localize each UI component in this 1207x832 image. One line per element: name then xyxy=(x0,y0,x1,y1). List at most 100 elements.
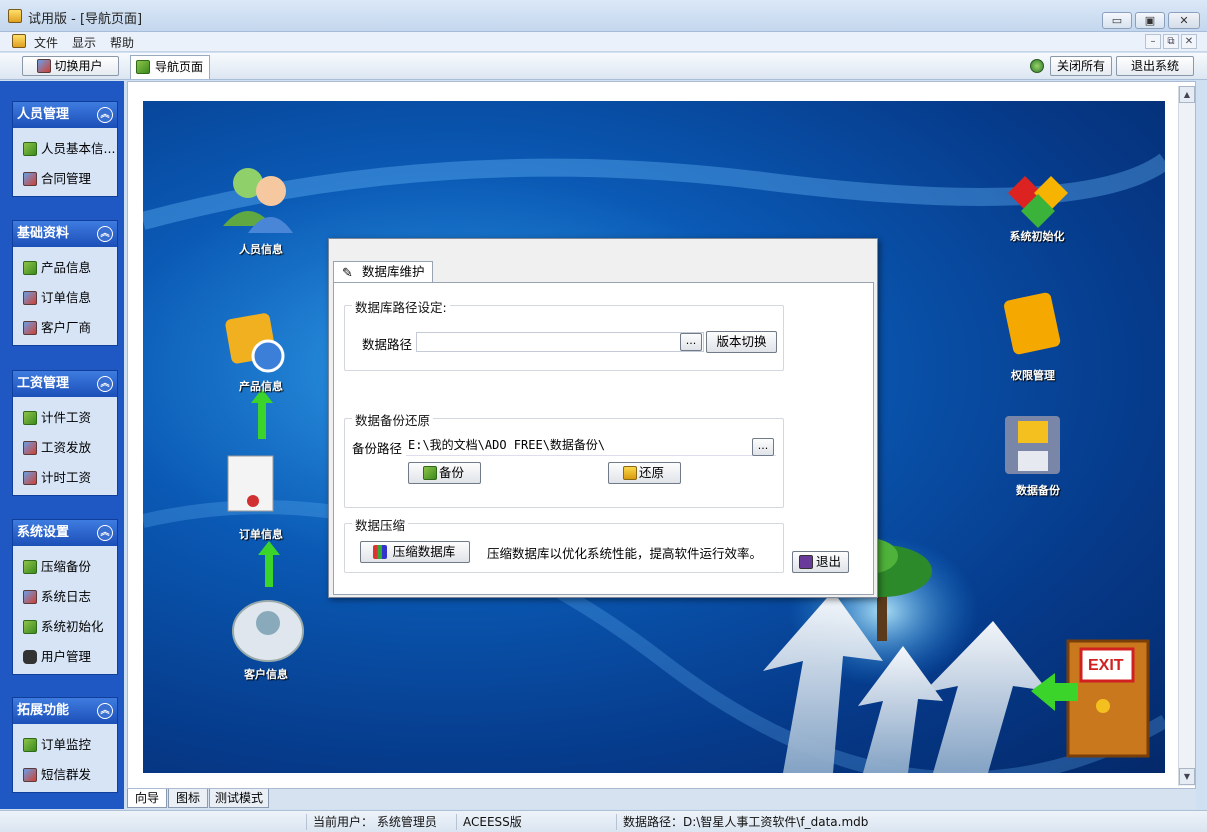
hero-label-product[interactable]: 产品信息 xyxy=(216,378,306,394)
item-label: 订单信息 xyxy=(41,290,92,305)
switch-user-button[interactable]: 切换用户 xyxy=(22,56,119,76)
path-group-title: 数据库路径设定: xyxy=(352,297,450,316)
minimize-button[interactable]: ▭ xyxy=(1102,12,1132,29)
collapse-icon[interactable]: ︽ xyxy=(97,525,113,541)
maximize-button[interactable]: ▣ xyxy=(1135,12,1165,29)
mdi-minimize-button[interactable]: – xyxy=(1145,34,1161,49)
exit-system-button[interactable]: 退出系统 xyxy=(1116,56,1194,76)
item-icon xyxy=(23,411,37,425)
scroll-up-button[interactable]: ▲ xyxy=(1179,86,1195,103)
hero-label-customer[interactable]: 客户信息 xyxy=(221,666,311,682)
hero-label-data-backup[interactable]: 数据备份 xyxy=(993,482,1083,498)
group-title: 系统设置 xyxy=(17,525,70,540)
sidebar-item-system-init[interactable]: 系统初始化 xyxy=(13,612,117,642)
group-header[interactable]: 基础资料 ︽ xyxy=(13,221,117,247)
item-icon xyxy=(23,261,37,275)
backup-button-label: 备份 xyxy=(438,465,464,480)
item-icon xyxy=(23,738,37,752)
group-header[interactable]: 拓展功能 ︽ xyxy=(13,698,117,724)
vertical-scrollbar[interactable]: ▲ ▼ xyxy=(1178,86,1195,786)
data-path-input[interactable] xyxy=(416,332,704,352)
status-user-value: 系统管理员 xyxy=(376,815,437,829)
group-title: 人员管理 xyxy=(17,107,70,122)
sidebar-item-piece-wage[interactable]: 计件工资 xyxy=(13,403,117,433)
sidebar-item-person-info[interactable]: 人员基本信... xyxy=(13,134,117,164)
app-icon xyxy=(8,9,22,23)
exit-button[interactable]: 退出 xyxy=(792,551,849,573)
group-header[interactable]: 工资管理 ︽ xyxy=(13,371,117,397)
hero-label-order[interactable]: 订单信息 xyxy=(216,526,306,542)
tab-icons[interactable]: 图标 xyxy=(168,789,208,808)
scroll-down-button[interactable]: ▼ xyxy=(1179,768,1195,785)
tab-navigation[interactable]: 导航页面 xyxy=(130,55,210,79)
sidebar-item-compress-backup[interactable]: 压缩备份 xyxy=(13,552,117,582)
collapse-icon[interactable]: ︽ xyxy=(97,703,113,719)
status-user-label: 当前用户： xyxy=(313,815,374,829)
tab-wizard[interactable]: 向导 xyxy=(127,789,167,808)
exit-door-label[interactable]: EXIT xyxy=(1088,657,1128,675)
group-title: 拓展功能 xyxy=(17,703,70,718)
tab-database-maintenance[interactable]: ✎ 数据库维护 xyxy=(333,261,433,283)
database-maintenance-dialog: ✎ 数据库维护 数据库路径设定: 数据路径 ... 版本切换 数据备份还原 备份… xyxy=(328,238,878,598)
mdi-restore-button[interactable]: ⧉ xyxy=(1163,34,1179,49)
sidebar-item-user-management[interactable]: 用户管理 xyxy=(13,642,117,672)
collapse-icon[interactable]: ︽ xyxy=(97,226,113,242)
tab-test-mode[interactable]: 测试模式 xyxy=(209,789,269,808)
close-all-button[interactable]: 关闭所有 xyxy=(1050,56,1112,76)
backup-button[interactable]: 备份 xyxy=(408,462,481,484)
version-switch-button[interactable]: 版本切换 xyxy=(706,331,777,353)
status-bar: 当前用户： 系统管理员 ACEESS版 数据路径：D:\智星人事工资软件\f_d… xyxy=(0,810,1207,832)
navigation-tab-icon xyxy=(136,60,150,74)
navigation-tab-label: 导航页面 xyxy=(155,60,204,74)
sidebar-item-hourly-wage[interactable]: 计时工资 xyxy=(13,463,117,493)
hero-label-system-init[interactable]: 系统初始化 xyxy=(992,228,1082,244)
item-label: 系统初始化 xyxy=(41,619,104,634)
close-button[interactable]: ✕ xyxy=(1168,12,1200,29)
toolbar: 切换用户 导航页面 关闭所有 退出系统 xyxy=(0,53,1207,80)
item-icon xyxy=(23,291,37,305)
menu-help[interactable]: 帮助 xyxy=(110,34,134,51)
sidebar-group-payroll: 工资管理 ︽ 计件工资 工资发放 计时工资 xyxy=(12,370,118,496)
item-icon xyxy=(23,768,37,782)
menu-file[interactable]: 文件 xyxy=(34,34,58,51)
item-label: 合同管理 xyxy=(41,171,92,186)
compress-database-button[interactable]: 压缩数据库 xyxy=(360,541,470,563)
backup-path-label: 备份路径 xyxy=(352,441,403,456)
backup-path-input[interactable]: E:\我的文档\ADO FREE\数据备份\ xyxy=(406,436,776,456)
sidebar-item-product[interactable]: 产品信息 xyxy=(13,253,117,283)
compress-description: 压缩数据库以优化系统性能，提高软件运行效率。 xyxy=(487,546,763,561)
sidebar-item-system-log[interactable]: 系统日志 xyxy=(13,582,117,612)
menu-view[interactable]: 显示 xyxy=(72,34,96,51)
group-title: 基础资料 xyxy=(17,226,70,241)
restore-button[interactable]: 还原 xyxy=(608,462,681,484)
data-path-browse-button[interactable]: ... xyxy=(680,333,702,351)
dialog-tab-label: 数据库维护 xyxy=(362,264,425,279)
group-title: 工资管理 xyxy=(17,376,70,391)
item-icon xyxy=(23,321,37,335)
item-label: 产品信息 xyxy=(41,260,92,275)
dialog-body: 数据库路径设定: 数据路径 ... 版本切换 数据备份还原 备份路径 E:\我的… xyxy=(333,282,874,595)
sidebar-item-order-monitor[interactable]: 订单监控 xyxy=(13,730,117,760)
sidebar: 人员管理 ︽ 人员基本信... 合同管理 基础资料 ︽ 产品信息 订单信息 客户厂商… xyxy=(0,81,124,809)
backup-path-browse-button[interactable]: ... xyxy=(752,438,774,456)
collapse-icon[interactable]: ︽ xyxy=(97,376,113,392)
hero-label-person[interactable]: 人员信息 xyxy=(216,241,306,257)
hero-label-permission[interactable]: 权限管理 xyxy=(988,367,1078,383)
binoculars-icon xyxy=(23,650,37,664)
menu-app-icon xyxy=(12,34,26,48)
title-bar: 试用版 - [导航页面] ▭ ▣ ✕ xyxy=(0,0,1207,32)
group-header[interactable]: 人员管理 ︽ xyxy=(13,102,117,128)
users-icon xyxy=(37,59,51,73)
sidebar-item-order[interactable]: 订单信息 xyxy=(13,283,117,313)
mdi-close-button[interactable]: ✕ xyxy=(1181,34,1197,49)
window-title: 试用版 - [导航页面] xyxy=(28,12,143,27)
sidebar-item-customer[interactable]: 客户厂商 xyxy=(13,313,117,343)
exit-door-icon xyxy=(799,555,813,569)
sidebar-item-wage-payment[interactable]: 工资发放 xyxy=(13,433,117,463)
sidebar-group-basics: 基础资料 ︽ 产品信息 订单信息 客户厂商 xyxy=(12,220,118,346)
collapse-icon[interactable]: ︽ xyxy=(97,107,113,123)
sidebar-item-contract[interactable]: 合同管理 xyxy=(13,164,117,194)
sidebar-item-sms-broadcast[interactable]: 短信群发 xyxy=(13,760,117,790)
group-header[interactable]: 系统设置 ︽ xyxy=(13,520,117,546)
item-label: 工资发放 xyxy=(41,440,92,455)
